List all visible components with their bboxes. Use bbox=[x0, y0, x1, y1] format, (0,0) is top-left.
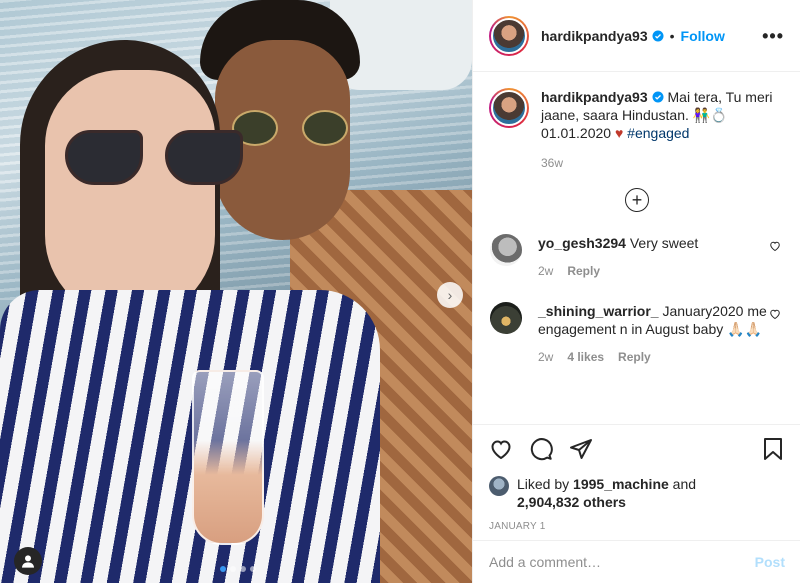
comment-bubble-icon[interactable] bbox=[529, 437, 553, 461]
photo-champagne-glass bbox=[192, 370, 264, 545]
caption-date-line: 01.01.2020 bbox=[541, 125, 615, 141]
liker-avatar[interactable] bbox=[489, 476, 509, 496]
photo-woman-face bbox=[45, 70, 215, 320]
verified-badge-icon bbox=[652, 30, 664, 41]
hashtag-link[interactable]: #engaged bbox=[627, 125, 689, 141]
photo-woman-sunglasses bbox=[65, 130, 245, 190]
likes-summary: Liked by 1995_machine and 2,904,832 othe… bbox=[489, 475, 785, 511]
photo-man-sunglasses bbox=[232, 110, 352, 150]
post-header: hardikpandya93 • Follow ••• bbox=[473, 0, 800, 72]
comment-age[interactable]: 2w bbox=[538, 262, 553, 280]
header-separator: • bbox=[669, 27, 675, 44]
post-caption: hardikpandya93 Mai tera, Tu meri jaane, … bbox=[489, 88, 785, 142]
action-icons-row bbox=[489, 435, 785, 463]
commenter-avatar[interactable] bbox=[490, 302, 522, 334]
comment-text: Very sweet bbox=[625, 235, 699, 251]
post-date[interactable]: JANUARY 1 bbox=[489, 521, 785, 532]
instagram-post-modal: › hardikpandya93 • Follow ••• hardikpand… bbox=[0, 0, 800, 583]
tagged-users-button[interactable] bbox=[14, 547, 42, 575]
comment-age[interactable]: 2w bbox=[538, 348, 553, 366]
follow-button[interactable]: Follow bbox=[681, 28, 725, 44]
carousel-dot bbox=[250, 566, 256, 572]
liker-username[interactable]: 1995_machine bbox=[573, 476, 669, 492]
likes-count[interactable]: 2,904,832 others bbox=[517, 494, 626, 510]
bookmark-icon[interactable] bbox=[761, 437, 785, 461]
post-comment-button[interactable]: Post bbox=[755, 554, 785, 570]
share-paper-plane-icon[interactable] bbox=[569, 437, 593, 461]
commenter-username[interactable]: _shining_warrior_ bbox=[538, 303, 659, 319]
like-heart-icon[interactable] bbox=[489, 437, 513, 461]
comment-item: yo_gesh3294 Very sweet 2w Reply bbox=[489, 234, 785, 280]
comments-section[interactable]: hardikpandya93 Mai tera, Tu meri jaane, … bbox=[473, 72, 800, 424]
load-more-comments-button[interactable]: + bbox=[489, 188, 785, 212]
post-actions: Liked by 1995_machine and 2,904,832 othe… bbox=[473, 424, 800, 532]
heart-outline-icon[interactable] bbox=[769, 240, 781, 252]
plus-circle-icon: + bbox=[625, 188, 649, 212]
carousel-indicator bbox=[220, 566, 256, 572]
reply-button[interactable]: Reply bbox=[618, 348, 651, 366]
add-comment-bar: Post bbox=[473, 540, 800, 583]
carousel-dot bbox=[240, 566, 246, 572]
author-username[interactable]: hardikpandya93 bbox=[541, 28, 648, 44]
post-side-panel: hardikpandya93 • Follow ••• hardikpandya… bbox=[472, 0, 800, 583]
post-photo[interactable]: › bbox=[0, 0, 472, 583]
comment-item: _shining_warrior_ January2020 me engagem… bbox=[489, 302, 785, 366]
caption-username[interactable]: hardikpandya93 bbox=[541, 89, 648, 105]
more-options-icon[interactable]: ••• bbox=[762, 26, 784, 47]
photo-striped-jacket bbox=[0, 290, 380, 583]
carousel-next-button[interactable]: › bbox=[437, 282, 463, 308]
likes-prefix: Liked by bbox=[517, 476, 574, 492]
author-avatar[interactable] bbox=[489, 15, 529, 56]
commenter-avatar[interactable] bbox=[490, 234, 522, 266]
red-heart-emoji: ♥ bbox=[614, 125, 624, 141]
commenter-username[interactable]: yo_gesh3294 bbox=[538, 235, 626, 251]
caption-author-avatar[interactable] bbox=[489, 88, 529, 128]
user-icon bbox=[22, 555, 34, 568]
verified-badge-icon bbox=[652, 91, 664, 103]
likes-middle: and bbox=[668, 476, 697, 492]
carousel-dot-active bbox=[220, 566, 226, 572]
caption-text: hardikpandya93 Mai tera, Tu meri jaane, … bbox=[541, 88, 785, 142]
chevron-right-icon: › bbox=[447, 287, 453, 303]
heart-outline-icon[interactable] bbox=[769, 308, 781, 320]
reply-button[interactable]: Reply bbox=[567, 262, 600, 280]
caption-age[interactable]: 36w bbox=[541, 156, 785, 170]
comment-input[interactable] bbox=[489, 554, 755, 570]
comment-likes-count[interactable]: 4 likes bbox=[567, 348, 604, 366]
carousel-dot bbox=[230, 566, 236, 572]
